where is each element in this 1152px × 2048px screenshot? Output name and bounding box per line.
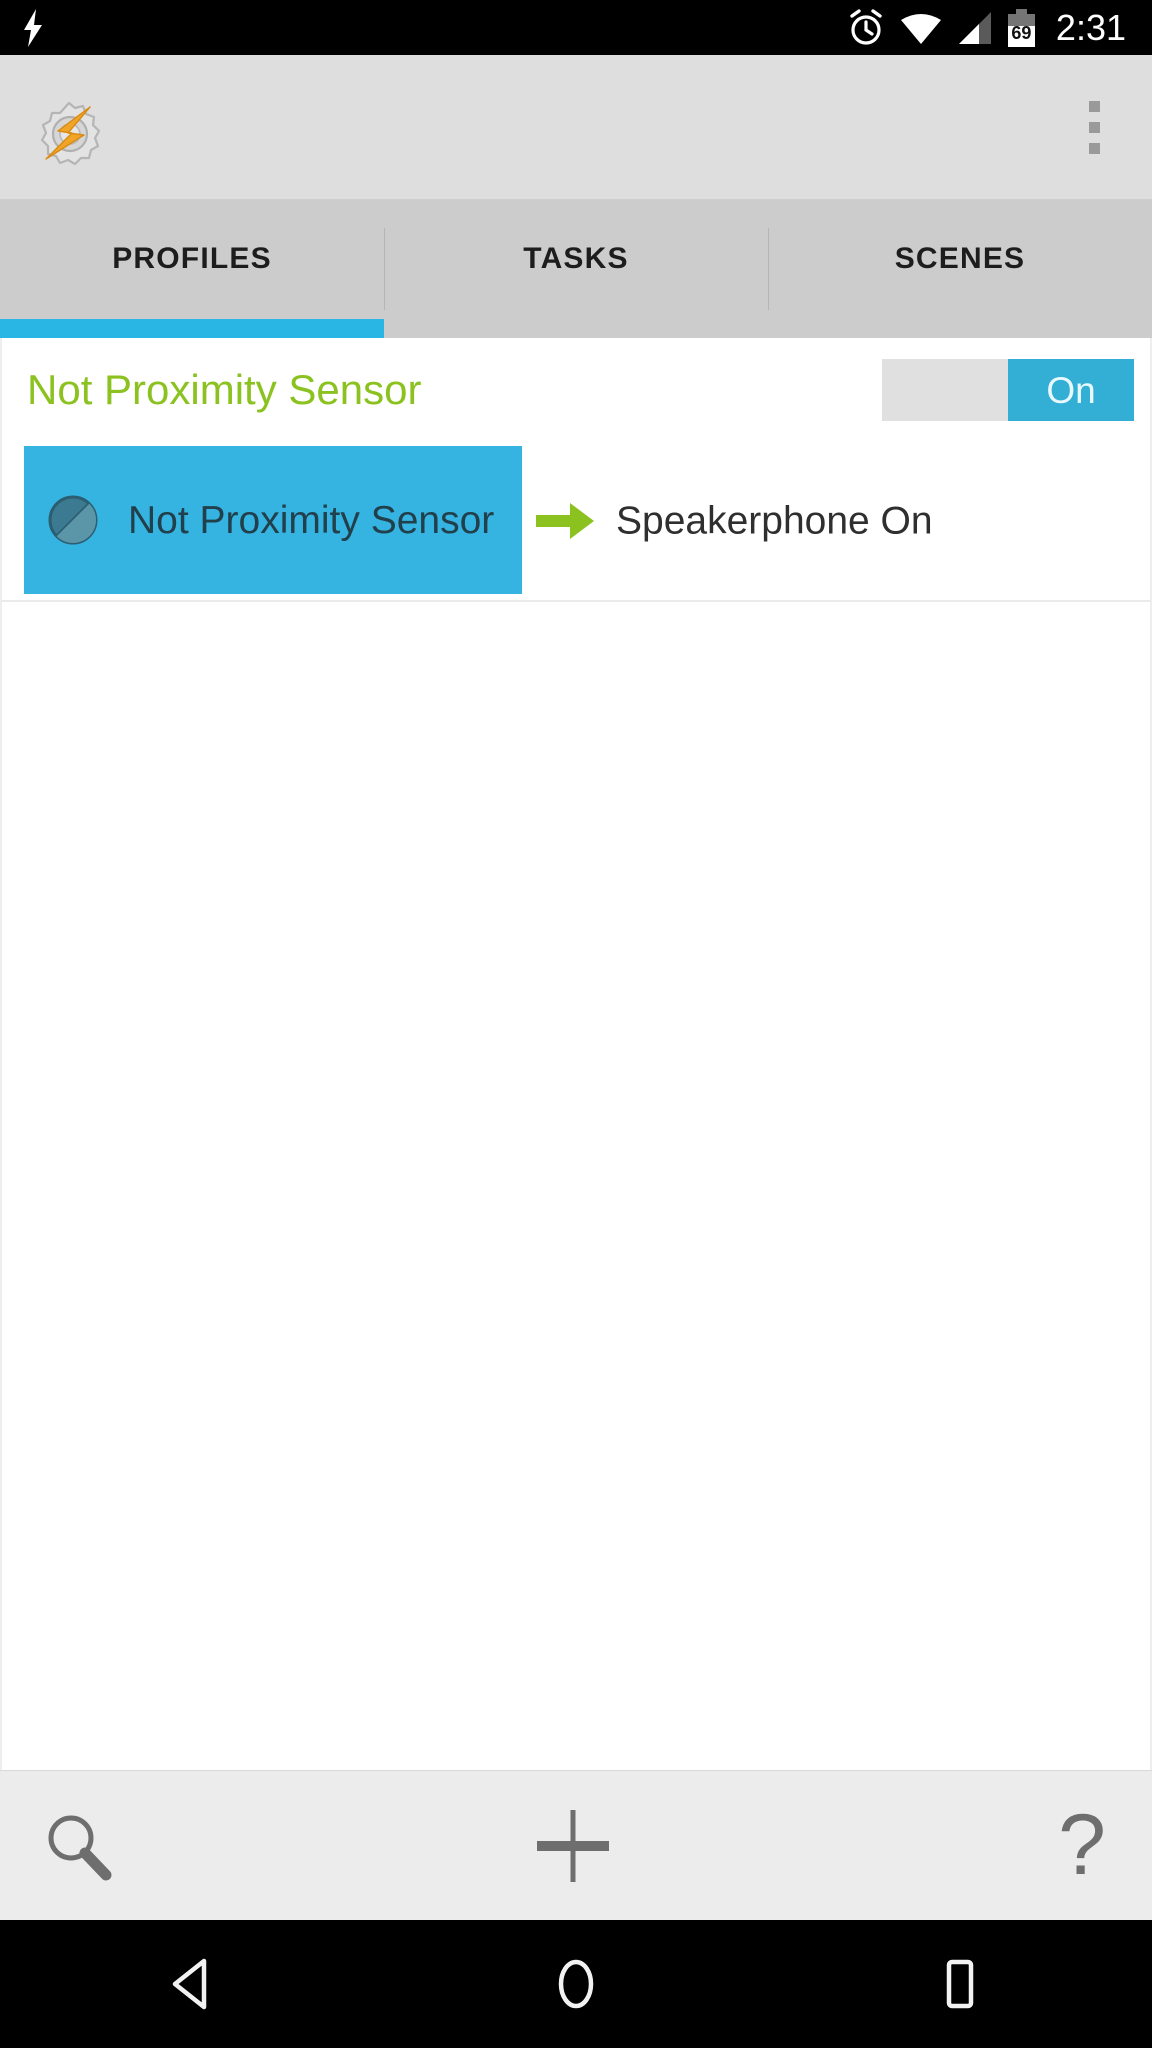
recents-square-icon (934, 1956, 986, 2012)
not-circle-slash-icon (46, 493, 100, 547)
tab-tasks[interactable]: TASKS (384, 200, 768, 338)
profiles-list: Not Proximity Sensor On Not Proximity Se… (0, 338, 1152, 1770)
overflow-dot (1088, 100, 1100, 112)
profile-row: Not Proximity Sensor Speakerphone On (2, 442, 1150, 602)
tasker-gear-bolt-icon[interactable] (32, 97, 106, 171)
tab-active-indicator (0, 319, 384, 338)
nav-recents-button[interactable] (768, 1920, 1152, 2048)
cell-signal-icon (957, 11, 993, 45)
back-triangle-icon (166, 1956, 218, 2012)
status-bar: 69 2:31 (0, 0, 1152, 55)
overflow-dot (1088, 142, 1100, 154)
alarm-clock-icon (847, 8, 885, 47)
nav-back-button[interactable] (0, 1920, 384, 2048)
status-bar-left (20, 8, 46, 47)
tab-profiles-label: PROFILES (112, 242, 272, 275)
search-button[interactable] (0, 1771, 395, 1920)
battery-icon: 69 (1007, 8, 1035, 47)
nav-home-button[interactable] (384, 1920, 768, 2048)
android-nav-bar (0, 1920, 1152, 2048)
tab-scenes-label: SCENES (894, 242, 1026, 275)
status-bar-right: 69 2:31 (847, 7, 1126, 49)
wifi-icon (900, 11, 942, 45)
profile-context-block[interactable]: Not Proximity Sensor (24, 446, 522, 594)
add-button[interactable] (395, 1771, 750, 1920)
profile-enable-toggle[interactable]: On (882, 359, 1134, 421)
home-circle-icon (550, 1956, 602, 2012)
toggle-knob: On (1008, 359, 1134, 421)
phone-screen: 69 2:31 PROFILES TASKS SCENES Not Proxim… (0, 0, 1152, 2048)
toggle-state-label: On (1046, 369, 1096, 411)
tab-profiles[interactable]: PROFILES (0, 200, 384, 338)
overflow-menu-icon[interactable] (1066, 85, 1122, 169)
bottom-toolbar: ? (0, 1770, 1152, 1920)
profile-context-label: Not Proximity Sensor (128, 498, 495, 542)
profile-header: Not Proximity Sensor On (2, 338, 1150, 442)
battery-level-label: 69 (1011, 22, 1032, 43)
plus-icon (533, 1806, 613, 1886)
arrow-right-icon (536, 497, 596, 545)
overflow-dot (1088, 121, 1100, 133)
profile-name[interactable]: Not Proximity Sensor (27, 369, 421, 411)
app-bar (0, 55, 1152, 200)
profile-task-label[interactable]: Speakerphone On (616, 502, 933, 541)
search-icon (40, 1808, 116, 1884)
tab-tasks-label: TASKS (523, 242, 629, 275)
help-button[interactable]: ? (751, 1771, 1152, 1920)
tab-bar: PROFILES TASKS SCENES (0, 200, 1152, 338)
status-bar-clock: 2:31 (1055, 6, 1126, 48)
question-mark-icon: ? (1058, 1796, 1106, 1893)
lightning-bolt-icon (20, 8, 46, 47)
tab-scenes[interactable]: SCENES (768, 200, 1152, 338)
